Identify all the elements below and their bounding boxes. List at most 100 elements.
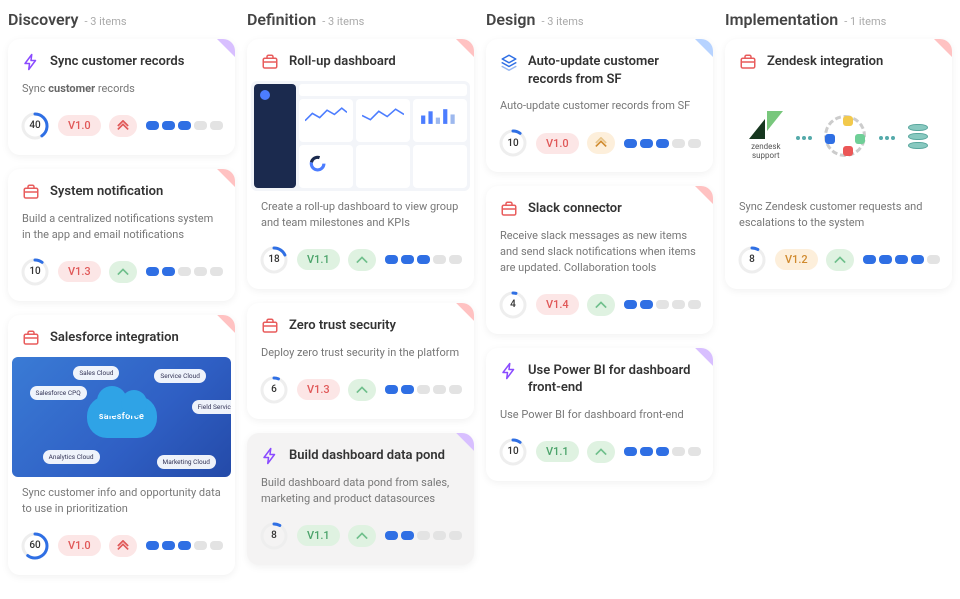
card-data-pond[interactable]: Build dashboard data pond Build dashboar… xyxy=(247,433,474,565)
score-ring: 10 xyxy=(498,128,528,158)
progress-dot xyxy=(385,531,398,540)
card-rollup-dashboard[interactable]: Roll-up dashboard Create a roll-up dashb… xyxy=(247,39,474,289)
progress-dot xyxy=(401,255,414,264)
briefcase-icon xyxy=(739,53,757,71)
progress-dot xyxy=(194,121,207,130)
progress-dot xyxy=(672,447,685,456)
version-pill[interactable]: V1.4 xyxy=(536,294,579,315)
progress-dot xyxy=(688,139,701,148)
progress-dot xyxy=(178,267,191,276)
progress-dot xyxy=(688,447,701,456)
version-pill[interactable]: V1.2 xyxy=(775,249,818,270)
bolt-icon xyxy=(22,53,40,71)
card-header: Zero trust security xyxy=(247,303,474,345)
column-design: Design - 3 items Auto-update customer re… xyxy=(486,10,713,495)
card-meta: 60 V1.0 xyxy=(8,527,235,575)
card-title: Zero trust security xyxy=(289,317,396,335)
card-slack-connector[interactable]: Slack connector Receive slack messages a… xyxy=(486,186,713,334)
column-header[interactable]: Design - 3 items xyxy=(486,10,713,29)
progress-dot xyxy=(672,300,685,309)
score-ring: 18 xyxy=(259,245,289,275)
score-value: 10 xyxy=(20,257,50,287)
version-pill[interactable]: V1.0 xyxy=(58,115,101,136)
priority-pill[interactable] xyxy=(587,441,615,463)
score-value: 18 xyxy=(259,245,289,275)
priority-pill[interactable] xyxy=(109,535,137,557)
progress-dot xyxy=(911,255,924,264)
card-meta: 10 V1.0 xyxy=(486,124,713,172)
column-definition: Definition - 3 items Roll-up dashboard C… xyxy=(247,10,474,579)
column-header[interactable]: Definition - 3 items xyxy=(247,10,474,29)
progress-dot xyxy=(656,300,669,309)
score-ring: 8 xyxy=(259,521,289,551)
version-pill[interactable]: V1.1 xyxy=(536,441,579,462)
briefcase-icon xyxy=(22,183,40,201)
card-salesforce-integration[interactable]: Salesforce integration Salesforce CPQSal… xyxy=(8,315,235,575)
progress-dot xyxy=(640,139,653,148)
column-title: Implementation xyxy=(725,10,838,29)
card-header: System notification xyxy=(8,169,235,211)
priority-pill[interactable] xyxy=(587,132,615,154)
progress-dot xyxy=(146,267,159,276)
version-pill[interactable]: V1.1 xyxy=(297,249,340,270)
version-pill[interactable]: V1.0 xyxy=(536,133,579,154)
column-count: - 3 items xyxy=(322,15,364,28)
progress-dot xyxy=(449,385,462,394)
priority-pill[interactable] xyxy=(587,294,615,316)
column-header[interactable]: Implementation - 1 items xyxy=(725,10,952,29)
priority-pill[interactable] xyxy=(826,249,854,271)
card-system-notification[interactable]: System notification Build a centralized … xyxy=(8,169,235,301)
priority-pill[interactable] xyxy=(348,525,376,547)
progress-dot xyxy=(688,300,701,309)
card-zendesk[interactable]: Zendesk integration zendesksupport Sync … xyxy=(725,39,952,289)
progress-dot xyxy=(401,385,414,394)
progress-dots xyxy=(385,531,462,540)
version-pill[interactable]: V1.1 xyxy=(297,525,340,546)
progress-dot xyxy=(433,255,446,264)
score-value: 40 xyxy=(20,111,50,141)
priority-pill[interactable] xyxy=(109,115,137,137)
card-meta: 4 V1.4 xyxy=(486,286,713,334)
priority-pill[interactable] xyxy=(348,379,376,401)
version-pill[interactable]: V1.3 xyxy=(58,261,101,282)
bolt-icon xyxy=(261,447,279,465)
briefcase-icon xyxy=(261,53,279,71)
column-header[interactable]: Discovery - 3 items xyxy=(8,10,235,29)
card-header: Salesforce integration xyxy=(8,315,235,357)
progress-dot xyxy=(210,267,223,276)
progress-dot xyxy=(433,531,446,540)
card-header: Slack connector xyxy=(486,186,713,228)
column-count: - 3 items xyxy=(84,15,126,28)
card-description: Receive slack messages as new items and … xyxy=(486,228,713,286)
card-zero-trust[interactable]: Zero trust security Deploy zero trust se… xyxy=(247,303,474,419)
version-pill[interactable]: V1.3 xyxy=(297,379,340,400)
card-sync-records[interactable]: Sync customer records Sync customer reco… xyxy=(8,39,235,155)
column-count: - 1 items xyxy=(844,15,886,28)
progress-dot xyxy=(210,121,223,130)
progress-dots xyxy=(624,447,701,456)
column-title: Definition xyxy=(247,10,316,29)
progress-dot xyxy=(863,255,876,264)
card-power-bi[interactable]: Use Power BI for dashboard front-end Use… xyxy=(486,348,713,481)
card-description: Build dashboard data pond from sales, ma… xyxy=(247,475,474,517)
score-value: 10 xyxy=(498,128,528,158)
card-title: System notification xyxy=(50,183,163,201)
version-pill[interactable]: V1.0 xyxy=(58,535,101,556)
bolt-icon xyxy=(500,362,518,380)
card-title: Use Power BI for dashboard front-end xyxy=(528,362,699,397)
score-value: 8 xyxy=(259,521,289,551)
card-meta: 40 V1.0 xyxy=(8,107,235,155)
priority-pill[interactable] xyxy=(348,249,376,271)
score-ring: 4 xyxy=(498,290,528,320)
progress-dot xyxy=(178,121,191,130)
column-count: - 3 items xyxy=(541,15,583,28)
priority-pill[interactable] xyxy=(109,261,137,283)
card-auto-update-sf[interactable]: Auto-update customer records from SF Aut… xyxy=(486,39,713,172)
progress-dot xyxy=(417,255,430,264)
score-ring: 40 xyxy=(20,111,50,141)
progress-dot xyxy=(433,385,446,394)
card-title: Roll-up dashboard xyxy=(289,53,396,71)
card-title: Sync customer records xyxy=(50,53,184,71)
card-header: Zendesk integration xyxy=(725,39,952,81)
card-description: Deploy zero trust security in the platfo… xyxy=(247,345,474,371)
